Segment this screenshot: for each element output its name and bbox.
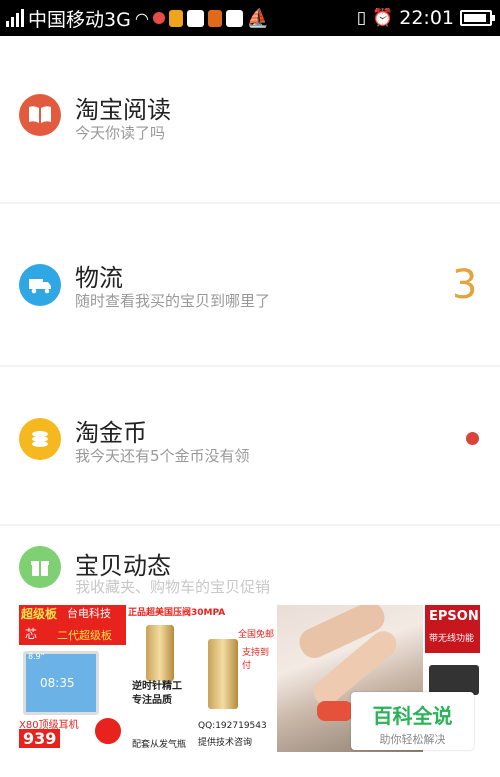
row-taobao-reading[interactable]: 淘宝阅读 今天你读了吗	[0, 36, 500, 202]
row-subtitle: 我今天还有5个金币没有领	[75, 447, 250, 465]
book-icon	[19, 94, 61, 136]
clock-label: 22:01	[399, 7, 454, 29]
gift-icon	[19, 546, 61, 588]
valve-image	[208, 639, 238, 709]
promo-text: 超级板	[21, 607, 58, 621]
promo-text: 带无线功能	[429, 634, 475, 644]
vibrate-icon: ▯	[356, 8, 367, 28]
promo-text: 二代超级板	[57, 629, 112, 642]
signal-icon	[6, 9, 24, 27]
promo-text: QQ:192719543	[198, 721, 267, 731]
promo-text: 专注品质	[132, 695, 172, 706]
promo-text: 08:35	[40, 676, 75, 690]
row-title: 物流	[75, 264, 123, 292]
shield-icon	[207, 9, 222, 27]
promo-text: 逆时针精工	[132, 681, 182, 692]
promo-text: EPSON	[429, 609, 479, 624]
image-icon	[225, 9, 243, 27]
row-subtitle: 随时查看我买的宝贝到哪里了	[75, 292, 271, 310]
row-title: 淘宝阅读	[75, 96, 171, 124]
notification-dot	[466, 432, 479, 445]
promo-tablet[interactable]: 超级板 台电科技 芯 二代超级板 8.9" 08:35 X80顶级耳机 939	[19, 605, 126, 752]
logistics-count-badge: 3	[452, 262, 478, 308]
truck-icon	[19, 264, 61, 306]
shoe-image	[317, 701, 353, 721]
row-logistics[interactable]: 物流 随时查看我买的宝贝到哪里了 3	[0, 204, 500, 365]
watermark-subtitle: 助你轻松解决	[379, 733, 446, 746]
promo-text: 全国免邮	[238, 630, 275, 640]
status-bar: 中国移动3G ◠ ⛵ ▯ ⏰ 22:01	[0, 0, 500, 36]
shield-icon	[168, 9, 183, 27]
promo-text: 正品超美国压阀30MPA	[128, 608, 226, 618]
valve-image	[146, 625, 174, 681]
promo-text: 提供技术咨询	[198, 738, 253, 748]
app-icon	[152, 12, 165, 24]
row-subtitle: 我收藏夹、购物车的宝贝促销	[75, 578, 271, 596]
carrier-label: 中国移动3G	[28, 8, 131, 31]
promo-price: 939	[19, 729, 61, 748]
row-title: 淘金币	[75, 419, 147, 447]
image-icon	[186, 9, 204, 27]
promo-text: 芯	[25, 627, 38, 641]
coins-icon	[19, 418, 61, 460]
wifi-icon: ◠	[134, 8, 149, 28]
row-subtitle: 今天你读了吗	[75, 124, 166, 142]
promo-text: 台电科技	[67, 607, 111, 620]
printer-image	[429, 665, 479, 695]
promo-text: 支持到付	[242, 648, 270, 671]
sail-icon: ⛵	[246, 7, 270, 29]
promo-text: 8.9"	[28, 652, 45, 661]
row-taobao-coins[interactable]: 淘金币 我今天还有5个金币没有领	[0, 367, 500, 524]
battery-icon	[460, 10, 495, 26]
promo-valve[interactable]: 正品超美国压阀30MPA 全国免邮 支持到付 逆时针精工 专注品质 QQ:192…	[128, 605, 275, 752]
promo-badge	[93, 716, 123, 746]
alarm-icon: ⏰	[372, 8, 394, 28]
watermark-title: 百科全说	[372, 704, 453, 728]
promo-text: 配套从发气瓶	[132, 740, 187, 750]
watermark-logo: 百科全说 助你轻松解决	[351, 692, 474, 750]
